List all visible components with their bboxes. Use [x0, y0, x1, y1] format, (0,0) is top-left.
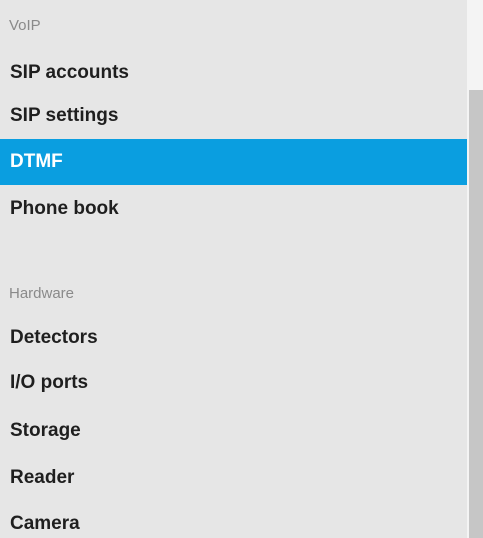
menu-item-camera[interactable]: Camera [0, 501, 467, 538]
menu-item-sip-accounts[interactable]: SIP accounts [0, 50, 467, 96]
section-header-voip: VoIP [9, 17, 41, 34]
menu-item-dtmf[interactable]: DTMF [0, 139, 467, 185]
menu-item-sip-settings[interactable]: SIP settings [0, 93, 467, 139]
section-header-hardware: Hardware [9, 285, 75, 302]
menu-item-phone-book[interactable]: Phone book [0, 186, 467, 232]
menu-item-io-ports[interactable]: I/O ports [0, 360, 467, 406]
sidebar-menu: VoIP SIP accounts SIP settings DTMF Phon… [0, 0, 467, 538]
menu-item-reader[interactable]: Reader [0, 455, 467, 501]
menu-item-detectors[interactable]: Detectors [0, 315, 467, 361]
scrollbar-thumb[interactable] [469, 90, 483, 538]
menu-item-storage[interactable]: Storage [0, 408, 467, 454]
settings-menu-frame: VoIP SIP accounts SIP settings DTMF Phon… [0, 0, 483, 538]
